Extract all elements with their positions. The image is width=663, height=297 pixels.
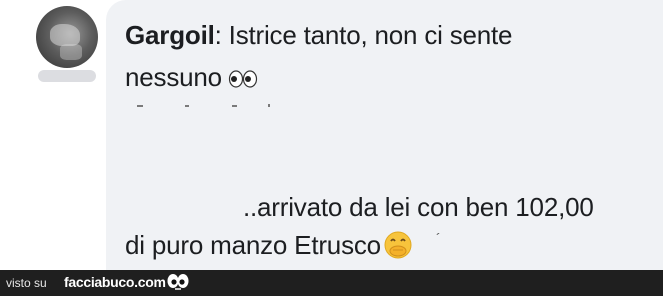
comment-text-line-3: ..arrivato da lei con ben 102,00 (243, 192, 594, 222)
comment-text-line-4: di puro manzo Etrusco (125, 230, 381, 260)
comment-line-1: Gargoil: Istrice tanto, non ci sente (125, 20, 513, 51)
comment-line-2: nessuno (125, 62, 258, 95)
comment-author[interactable]: Gargoil (125, 20, 215, 50)
comment-line-4: di puro manzo Etrusco (125, 230, 413, 267)
facciabuco-eyes-icon (166, 272, 190, 297)
comment-text-line-1: : Istrice tanto, non ci sente (214, 20, 513, 50)
site-name[interactable]: facciabuco.com (64, 274, 166, 290)
text-artifact (137, 105, 143, 107)
text-artifact (232, 105, 237, 107)
hand-over-mouth-emoji-icon (383, 230, 413, 267)
watermark-footer: visto su facciabuco.com (0, 270, 663, 296)
text-artifact (185, 105, 189, 107)
text-artifact (268, 104, 270, 107)
blurred-username (38, 70, 96, 82)
text-artifact: ´ (436, 230, 441, 246)
seen-on-label: visto su (6, 276, 47, 290)
comment-line-3: ..arrivato da lei con ben 102,00 (243, 192, 594, 223)
comment-text-line-2: nessuno (125, 62, 222, 92)
eyes-emoji-icon (228, 64, 258, 95)
avatar[interactable] (36, 6, 98, 68)
